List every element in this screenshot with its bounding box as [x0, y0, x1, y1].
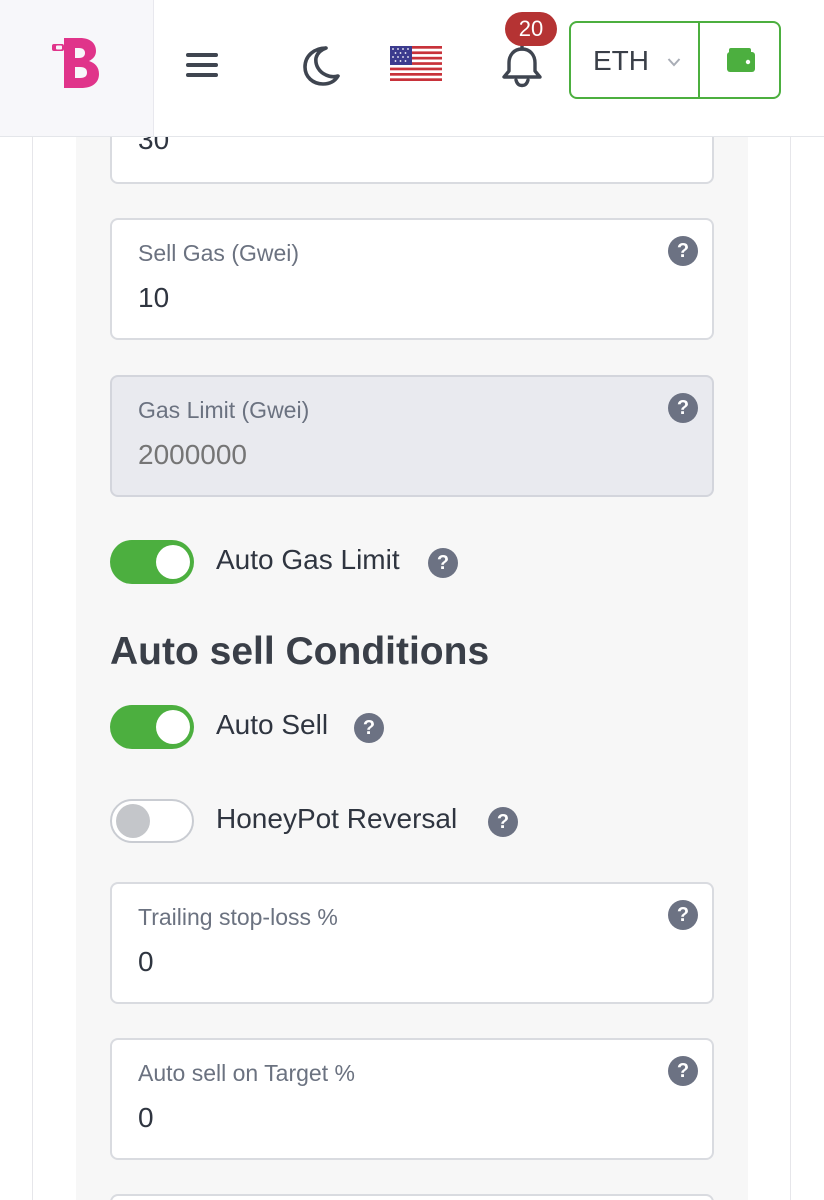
network-select[interactable]: ETH	[571, 23, 699, 97]
help-icon[interactable]: ?	[428, 548, 458, 578]
help-icon[interactable]: ?	[488, 807, 518, 837]
auto-sell-conditions-title: Auto sell Conditions	[110, 630, 490, 673]
page: 20 ETH 30 Sell Gas (Gwei) 10 ? Gas Limit…	[0, 0, 824, 1200]
auto-sell-target-input[interactable]	[138, 1100, 638, 1136]
auto-sell-row: Auto Sell ?	[110, 705, 410, 751]
help-icon[interactable]: ?	[668, 393, 698, 423]
top-navbar: 20 ETH	[0, 0, 824, 137]
trailing-stop-loss-label: Trailing stop-loss %	[138, 904, 338, 930]
help-icon[interactable]: ?	[354, 713, 384, 743]
bell-icon[interactable]	[500, 44, 544, 88]
page-border-right	[790, 136, 791, 1200]
moon-icon[interactable]	[300, 44, 340, 86]
auto-gas-limit-toggle[interactable]	[110, 540, 194, 584]
auto-sell-toggle[interactable]	[110, 705, 194, 749]
chevron-down-icon	[667, 58, 681, 67]
menu-icon[interactable]	[186, 50, 220, 80]
help-icon[interactable]: ?	[668, 236, 698, 266]
auto-gas-limit-row: Auto Gas Limit ?	[110, 540, 470, 586]
sell-gas-field: Sell Gas (Gwei) ?	[110, 218, 714, 340]
honeypot-reversal-label: HoneyPot Reversal	[216, 803, 458, 834]
gas-limit-input[interactable]	[138, 437, 638, 473]
auto-gas-limit-label: Auto Gas Limit	[216, 544, 400, 575]
trailing-stop-loss-field: Trailing stop-loss % ?	[110, 882, 714, 1004]
auto-sell-target-label: Auto sell on Target %	[138, 1060, 355, 1086]
next-field[interactable]	[110, 1194, 714, 1200]
page-border-left	[32, 136, 33, 1200]
sell-gas-label: Sell Gas (Gwei)	[138, 240, 300, 266]
auto-sell-label: Auto Sell	[216, 709, 329, 740]
help-icon[interactable]: ?	[668, 1056, 698, 1086]
network-selected-label: ETH	[593, 45, 649, 76]
honeypot-reversal-row: HoneyPot Reversal ?	[110, 799, 530, 845]
us-flag-icon[interactable]	[390, 46, 442, 81]
honeypot-reversal-toggle[interactable]	[110, 799, 194, 843]
wallet-button[interactable]	[700, 23, 779, 97]
network-wallet-group: ETH	[569, 21, 781, 99]
trailing-stop-loss-input[interactable]	[138, 944, 638, 980]
wallet-icon	[727, 48, 755, 72]
gas-limit-field: Gas Limit (Gwei) ?	[110, 375, 714, 497]
sell-gas-input[interactable]	[138, 280, 638, 316]
brand-logo[interactable]	[0, 0, 154, 136]
help-icon[interactable]: ?	[668, 900, 698, 930]
gas-limit-label: Gas Limit (Gwei)	[138, 397, 310, 423]
auto-sell-target-field: Auto sell on Target % ?	[110, 1038, 714, 1160]
logo-b-icon	[52, 38, 99, 88]
notification-badge: 20	[505, 12, 557, 46]
